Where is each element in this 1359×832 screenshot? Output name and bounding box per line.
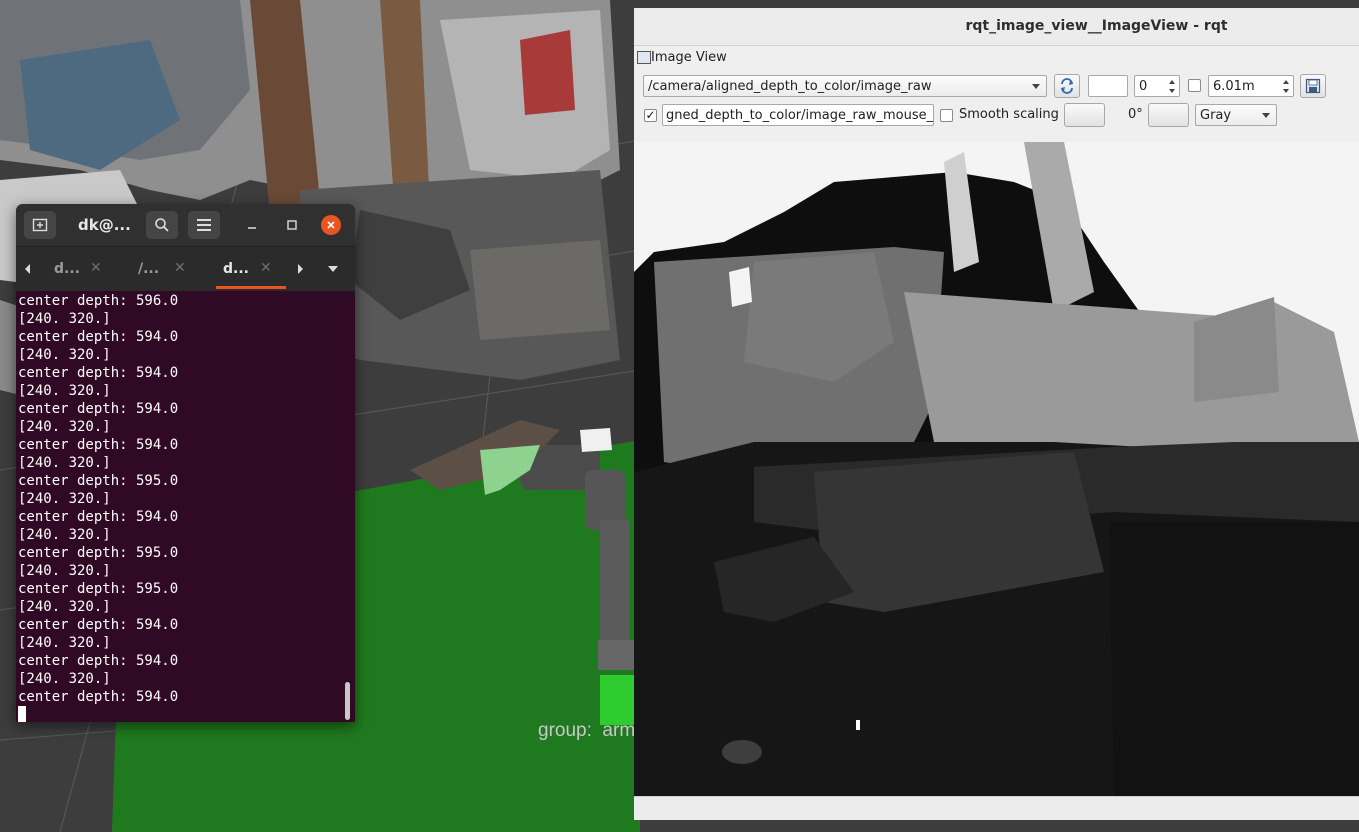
tab-close-icon[interactable]: ✕	[260, 260, 272, 276]
minimize-icon	[248, 227, 256, 229]
rotate-left-button[interactable]	[1064, 103, 1105, 127]
mouse-topic-field[interactable]: gned_depth_to_color/image_raw_mouse_left	[662, 104, 934, 126]
terminal-scrollbar[interactable]	[345, 682, 350, 720]
terminal-output-line: [240. 320.]	[18, 455, 111, 471]
terminal-output-line: center depth: 595.0	[18, 581, 179, 597]
smooth-scaling-label: Smooth scaling	[959, 107, 1059, 122]
close-button[interactable]	[321, 215, 341, 235]
terminal-output-line: [240. 320.]	[18, 383, 111, 399]
terminal-output-line: [240. 320.]	[18, 527, 111, 543]
terminal-output-line: center depth: 595.0	[18, 473, 179, 489]
dock-title: Image View	[651, 50, 727, 65]
terminal-output-line: center depth: 595.0	[18, 545, 179, 561]
rqt-title-bar[interactable]: rqt_image_view__ImageView - rqt	[634, 8, 1359, 46]
terminal-header-bar: dk@...	[16, 204, 355, 246]
maximize-button[interactable]	[282, 215, 302, 235]
terminal-output-line: center depth: 596.0	[18, 293, 179, 309]
search-button[interactable]	[146, 211, 178, 239]
terminal-window[interactable]: dk@... d... ✕ /... ✕ d... ✕ center depth…	[16, 204, 355, 722]
maximize-icon	[287, 220, 297, 230]
terminal-output-line: [240. 320.]	[18, 635, 111, 651]
terminal-output-line: center depth: 594.0	[18, 329, 179, 345]
terminal-output-line: center depth: 594.0	[18, 365, 179, 381]
close-icon	[327, 221, 335, 229]
tab-label: /...	[138, 261, 160, 277]
tab-close-icon[interactable]: ✕	[90, 260, 102, 276]
save-icon	[1305, 78, 1321, 94]
mouse-topic-text: gned_depth_to_color/image_raw_mouse_left	[666, 108, 934, 123]
terminal-output-line: center depth: 594.0	[18, 509, 179, 525]
terminal-title: dk@...	[78, 216, 131, 234]
dynamic-range-checkbox[interactable]	[1188, 79, 1201, 92]
terminal-tab-bar: d... ✕ /... ✕ d... ✕	[16, 246, 355, 291]
min-value-spinbox[interactable]: 0	[1134, 75, 1180, 97]
image-view-icon	[637, 51, 651, 64]
rqt-window-title: rqt_image_view__ImageView - rqt	[965, 18, 1228, 34]
min-value-text: 0	[1139, 79, 1148, 94]
scroll-tabs-left-icon[interactable]	[24, 264, 32, 274]
colormap-value: Gray	[1200, 108, 1232, 123]
tab-list-dropdown-icon[interactable]	[328, 266, 338, 273]
spin-arrows[interactable]	[1166, 77, 1178, 95]
terminal-output-line: center depth: 594.0	[18, 617, 179, 633]
topic-select[interactable]: /camera/aligned_depth_to_color/image_raw	[643, 75, 1047, 97]
minimize-button[interactable]	[242, 215, 262, 235]
rqt-window[interactable]: rqt_image_view__ImageView - rqt Image Vi…	[634, 8, 1359, 820]
menu-button[interactable]	[188, 211, 220, 239]
rqt-status-bar	[634, 796, 1359, 820]
terminal-tab-2[interactable]: /... ✕	[136, 247, 206, 291]
blank-field[interactable]	[1088, 75, 1128, 97]
terminal-output-line: center depth: 594.0	[18, 653, 179, 669]
terminal-output-line: center depth: 594.0	[18, 689, 179, 705]
terminal-output-line: [240. 320.]	[18, 491, 111, 507]
spin-arrows[interactable]	[1280, 77, 1292, 95]
depth-image-display[interactable]	[634, 142, 1359, 796]
depth-image[interactable]	[634, 142, 1359, 796]
rviz-group-label: group: arm	[538, 720, 636, 741]
new-tab-button[interactable]	[24, 211, 56, 239]
search-icon	[155, 218, 169, 232]
image-view-dock-header: Image View	[634, 48, 1359, 70]
chevron-down-icon	[1032, 84, 1040, 89]
terminal-output-line: [240. 320.]	[18, 563, 111, 579]
terminal-output-line: [240. 320.]	[18, 671, 111, 687]
rotate-right-button[interactable]	[1148, 103, 1189, 127]
terminal-output[interactable]: center depth: 596.0 [240. 320.] center dep…	[18, 292, 340, 722]
terminal-output-line: [240. 320.]	[18, 347, 111, 363]
chevron-down-icon	[1262, 113, 1270, 118]
new-tab-icon	[32, 218, 48, 232]
scroll-tabs-right-icon[interactable]	[296, 264, 304, 274]
colormap-select[interactable]: Gray	[1195, 104, 1277, 126]
refresh-topics-button[interactable]	[1054, 74, 1080, 98]
topic-select-value: /camera/aligned_depth_to_color/image_raw	[648, 79, 932, 94]
refresh-icon	[1061, 78, 1073, 94]
terminal-output-line: [240. 320.]	[18, 311, 111, 327]
terminal-output-line: [240. 320.]	[18, 419, 111, 435]
hamburger-menu-icon	[197, 219, 211, 231]
max-range-text: 6.01m	[1213, 79, 1255, 94]
smooth-scaling-checkbox[interactable]	[940, 109, 953, 122]
tab-close-icon[interactable]: ✕	[174, 260, 186, 276]
terminal-output-line: center depth: 594.0	[18, 437, 179, 453]
terminal-tab-1[interactable]: d... ✕	[52, 247, 122, 291]
text-cursor	[18, 706, 26, 722]
save-image-button[interactable]	[1300, 74, 1326, 98]
terminal-tab-3-active[interactable]: d... ✕	[216, 247, 286, 291]
active-tab-underline	[216, 286, 286, 289]
terminal-output-line: center depth: 594.0	[18, 401, 179, 417]
tab-label: d...	[54, 261, 80, 277]
publish-mouse-click-checkbox[interactable]: ✓	[644, 109, 657, 122]
rotation-label: 0°	[1128, 107, 1143, 122]
tab-label: d...	[223, 261, 249, 277]
terminal-output-line: [240. 320.]	[18, 599, 111, 615]
max-range-spinbox[interactable]: 6.01m	[1208, 75, 1294, 97]
